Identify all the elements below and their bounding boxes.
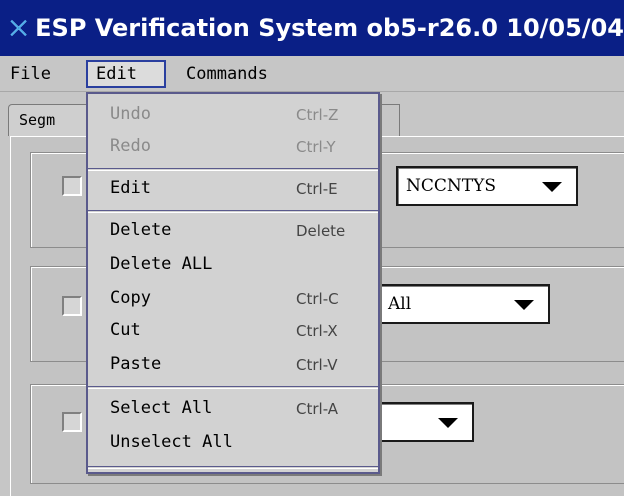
menu-item-unselect-all[interactable]: Unselect All bbox=[88, 430, 378, 458]
combo-value: All bbox=[388, 294, 412, 314]
menu-item-copy[interactable]: Copy Ctrl-C bbox=[88, 286, 378, 314]
menu-item-cut[interactable]: Cut Ctrl-X bbox=[88, 318, 378, 346]
menu-item-label: Select All bbox=[110, 398, 213, 418]
chevron-down-icon[interactable] bbox=[514, 300, 534, 310]
combo-box[interactable] bbox=[378, 402, 474, 442]
menu-item-undo[interactable]: Undo Ctrl-Z bbox=[88, 102, 378, 130]
menu-item-accelerator: Ctrl-Z bbox=[296, 106, 339, 124]
x-close-icon bbox=[10, 19, 27, 37]
menu-item-label: Cut bbox=[110, 320, 141, 340]
menu-item-accelerator: Ctrl-X bbox=[296, 322, 338, 340]
chevron-down-icon[interactable] bbox=[542, 182, 562, 192]
menu-item-accelerator: Ctrl-Y bbox=[296, 138, 336, 156]
menu-separator bbox=[88, 386, 378, 389]
menu-separator bbox=[88, 210, 378, 213]
menu-commands[interactable]: Commands bbox=[180, 60, 320, 88]
menu-item-label: Paste bbox=[110, 354, 162, 374]
checkbox[interactable] bbox=[62, 296, 82, 316]
menu-item-label: Unselect All bbox=[110, 432, 233, 452]
menu-item-redo[interactable]: Redo Ctrl-Y bbox=[88, 134, 378, 162]
menu-item-accelerator: Delete bbox=[296, 222, 346, 240]
menu-edit[interactable]: Edit bbox=[86, 60, 166, 88]
menu-item-label: Copy bbox=[110, 288, 151, 308]
menu-separator bbox=[88, 466, 378, 469]
title-bar[interactable]: ESP Verification System ob5-r26.0 10/05/… bbox=[0, 0, 624, 56]
checkbox[interactable] bbox=[62, 412, 82, 432]
menu-item-label: Edit bbox=[110, 178, 151, 198]
menu-item-accelerator: Ctrl-C bbox=[296, 290, 339, 308]
menu-item-label: Undo bbox=[110, 104, 151, 124]
menu-file[interactable]: File bbox=[10, 60, 74, 88]
edit-menu-dropdown: Undo Ctrl-Z Redo Ctrl-Y Edit Ctrl-E Dele… bbox=[86, 92, 380, 474]
menu-separator bbox=[88, 168, 378, 171]
menu-item-select-all[interactable]: Select All Ctrl-A bbox=[88, 396, 378, 424]
menu-bar: File Edit Commands bbox=[0, 56, 624, 92]
menu-item-paste[interactable]: Paste Ctrl-V bbox=[88, 352, 378, 380]
combo-box[interactable]: NCCNTYS bbox=[396, 166, 578, 206]
menu-item-delete-all[interactable]: Delete ALL bbox=[88, 252, 378, 280]
checkbox[interactable] bbox=[62, 176, 82, 196]
menu-item-label: Delete bbox=[110, 220, 172, 240]
combo-value: NCCNTYS bbox=[406, 176, 496, 196]
menu-item-accelerator: Ctrl-A bbox=[296, 400, 339, 418]
combo-box[interactable]: All bbox=[378, 284, 550, 324]
menu-item-accelerator: Ctrl-E bbox=[296, 180, 338, 198]
menu-item-accelerator: Ctrl-V bbox=[296, 356, 338, 374]
menu-item-label: Redo bbox=[110, 136, 151, 156]
menu-item-label: Delete ALL bbox=[110, 254, 213, 274]
window-title: ESP Verification System ob5-r26.0 10/05/… bbox=[35, 14, 624, 42]
menu-item-delete[interactable]: Delete Delete bbox=[88, 218, 378, 246]
menu-item-edit[interactable]: Edit Ctrl-E bbox=[88, 176, 378, 204]
chevron-down-icon[interactable] bbox=[438, 418, 458, 428]
